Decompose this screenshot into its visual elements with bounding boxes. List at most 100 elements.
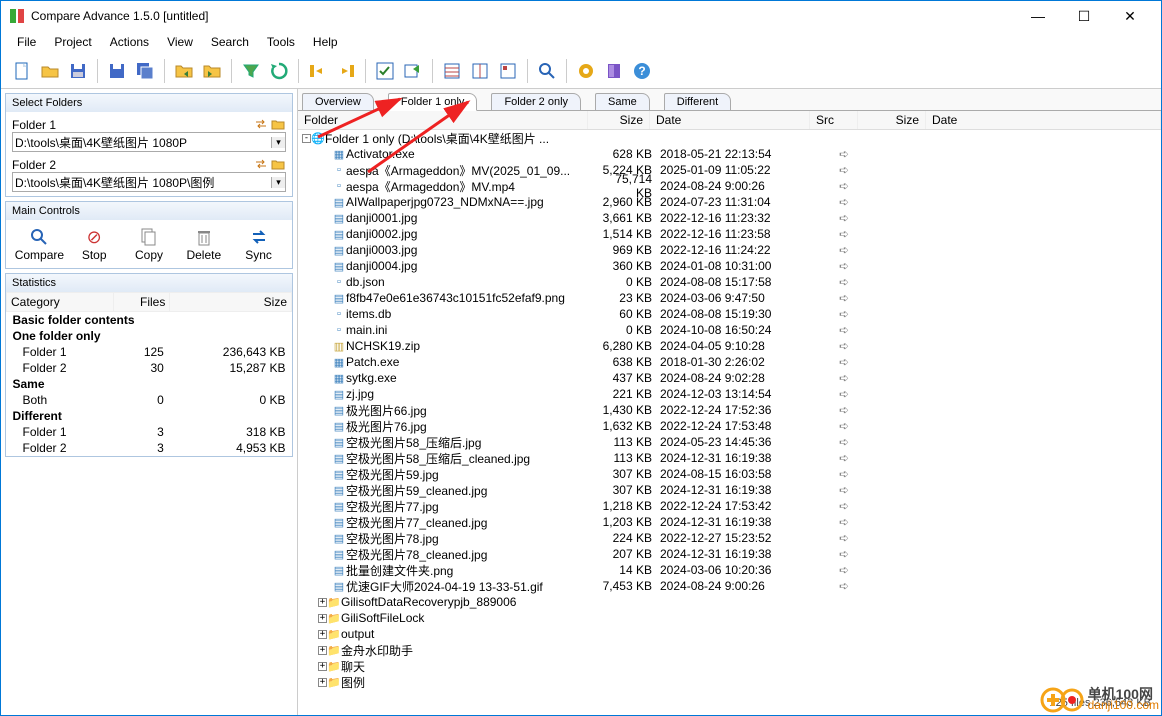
file-row[interactable]: ▤优速GIF大师2024-04-19 13-33-51.gif7,453 KB2… [298,578,1161,594]
col-folder[interactable]: Folder [298,111,588,129]
arrow-right-icon: ➪ [820,419,868,433]
file-row[interactable]: ▤空极光图片59.jpg307 KB2024-08-15 16:03:58➪ [298,466,1161,482]
folder-right-icon[interactable] [199,58,225,84]
file-icon: ▤ [332,403,346,417]
file-row[interactable]: ▤空极光图片58_压缩后.jpg113 KB2024-05-23 14:45:3… [298,434,1161,450]
minimize-button[interactable]: — [1015,1,1061,31]
folder-row[interactable]: +📁聊天 [298,658,1161,674]
save-icon[interactable] [65,58,91,84]
col-date2[interactable]: Date [926,111,1161,129]
expander-icon[interactable]: + [318,646,327,655]
browse-folder1-icon[interactable] [270,116,286,132]
menu-file[interactable]: File [9,33,44,51]
file-row[interactable]: ▤空极光图片77.jpg1,218 KB2022-12-24 17:53:42➪ [298,498,1161,514]
file-row[interactable]: ▤danji0001.jpg3,661 KB2022-12-16 11:23:3… [298,210,1161,226]
file-row[interactable]: ▤空极光图片78_cleaned.jpg207 KB2024-12-31 16:… [298,546,1161,562]
file-row[interactable]: ▫aespa《Armageddon》MV(2025_01_09...5,224 … [298,162,1161,178]
file-row[interactable]: ▦Patch.exe638 KB2018-01-30 2:26:02➪ [298,354,1161,370]
save-all-icon[interactable] [132,58,158,84]
close-button[interactable]: ✕ [1107,1,1153,31]
file-row[interactable]: ▫aespa《Armageddon》MV.mp475,714 KB2024-08… [298,178,1161,194]
menu-actions[interactable]: Actions [102,33,157,51]
file-row[interactable]: ▤danji0002.jpg1,514 KB2022-12-16 11:23:5… [298,226,1161,242]
file-row[interactable]: ▤AIWallpaperjpg0723_NDMxNA==.jpg2,960 KB… [298,194,1161,210]
expander-icon[interactable]: + [318,630,327,639]
file-row[interactable]: ▦Activator.exe628 KB2018-05-21 22:13:54➪ [298,146,1161,162]
refresh-icon[interactable] [266,58,292,84]
col-size[interactable]: Size [588,111,650,129]
col-src[interactable]: Src [810,111,858,129]
folder1-path-input[interactable]: D:\tools\桌面\4K壁纸图片 1080P▾ [12,132,286,152]
file-row[interactable]: ▦sytkg.exe437 KB2024-08-24 9:02:28➪ [298,370,1161,386]
file-row[interactable]: ▤空极光图片59_cleaned.jpg307 KB2024-12-31 16:… [298,482,1161,498]
folder-row[interactable]: +📁金舟水印助手 [298,642,1161,658]
folder-row[interactable]: +📁图例 [298,674,1161,690]
folder-row[interactable]: +📁GiliSoftFileLock [298,610,1161,626]
menu-tools[interactable]: Tools [259,33,303,51]
file-row[interactable]: ▫db.json0 KB2024-08-08 15:17:58➪ [298,274,1161,290]
file-row[interactable]: ▫items.db60 KB2024-08-08 15:19:30➪ [298,306,1161,322]
arrow-right-icon: ➪ [820,339,868,353]
root-row[interactable]: - 🌐 Folder 1 only (D:\tools\桌面\4K壁纸图片 ..… [298,130,1161,146]
file-row[interactable]: ▤极光图片76.jpg1,632 KB2022-12-24 17:53:48➪ [298,418,1161,434]
delete-button[interactable]: Delete [176,224,231,264]
stop-button[interactable]: ⊘Stop [67,224,122,264]
book-icon[interactable] [601,58,627,84]
help-icon[interactable]: ? [629,58,655,84]
export-right-icon[interactable] [333,58,359,84]
file-row[interactable]: ▤批量创建文件夹.png14 KB2024-03-06 10:20:36➪ [298,562,1161,578]
export-icon[interactable] [400,58,426,84]
file-icon: ▤ [332,515,346,529]
new-icon[interactable] [9,58,35,84]
open-icon[interactable] [37,58,63,84]
expander-icon[interactable]: + [318,662,327,671]
file-row[interactable]: ▤f8fb47e0e61e36743c10151fc52efaf9.png23 … [298,290,1161,306]
file-row[interactable]: ▥NCHSK19.zip6,280 KB2024-04-05 9:10:28➪ [298,338,1161,354]
expander-icon[interactable]: - [302,134,311,143]
check-icon[interactable] [372,58,398,84]
filter-icon[interactable] [238,58,264,84]
folder-left-icon[interactable] [171,58,197,84]
arrow-right-icon: ➪ [820,467,868,481]
menu-project[interactable]: Project [46,33,99,51]
tab-folder2-only[interactable]: Folder 2 only [491,93,581,110]
sync-button[interactable]: Sync [231,224,286,264]
expander-icon[interactable]: + [318,678,327,687]
file-list[interactable]: - 🌐 Folder 1 only (D:\tools\桌面\4K壁纸图片 ..… [298,130,1161,715]
expander-icon[interactable]: + [318,614,327,623]
file-row[interactable]: ▫main.ini0 KB2024-10-08 16:50:24➪ [298,322,1161,338]
tab-different[interactable]: Different [664,93,731,110]
list-2-icon[interactable] [467,58,493,84]
list-1-icon[interactable] [439,58,465,84]
list-3-icon[interactable] [495,58,521,84]
file-row[interactable]: ▤空极光图片78.jpg224 KB2022-12-27 15:23:52➪ [298,530,1161,546]
col-size2[interactable]: Size [858,111,926,129]
file-row[interactable]: ▤极光图片66.jpg1,430 KB2022-12-24 17:52:36➪ [298,402,1161,418]
file-row[interactable]: ▤zj.jpg221 KB2024-12-03 13:14:54➪ [298,386,1161,402]
menu-help[interactable]: Help [305,33,346,51]
compare-button[interactable]: Compare [12,224,67,264]
menu-search[interactable]: Search [203,33,257,51]
copy-button[interactable]: Copy [122,224,177,264]
folder2-path-input[interactable]: D:\tools\桌面\4K壁纸图片 1080P\图例▾ [12,172,286,192]
file-row[interactable]: ▤danji0004.jpg360 KB2024-01-08 10:31:00➪ [298,258,1161,274]
col-date[interactable]: Date [650,111,810,129]
folder-row[interactable]: +📁GilisoftDataRecoverypjb_889006 [298,594,1161,610]
tab-folder1-only[interactable]: Folder 1 only [388,93,478,111]
file-row[interactable]: ▤danji0003.jpg969 KB2022-12-16 11:24:22➪ [298,242,1161,258]
save-as-icon[interactable] [104,58,130,84]
swap-folders-icon[interactable] [253,116,269,132]
browse-folder2-icon[interactable] [270,156,286,172]
folder-row[interactable]: +📁output [298,626,1161,642]
file-row[interactable]: ▤空极光图片58_压缩后_cleaned.jpg113 KB2024-12-31… [298,450,1161,466]
search-icon[interactable] [534,58,560,84]
export-left-icon[interactable] [305,58,331,84]
menu-view[interactable]: View [159,33,201,51]
maximize-button[interactable]: ☐ [1061,1,1107,31]
expander-icon[interactable]: + [318,598,327,607]
file-row[interactable]: ▤空极光图片77_cleaned.jpg1,203 KB2024-12-31 1… [298,514,1161,530]
tab-overview[interactable]: Overview [302,93,374,110]
swap-folders2-icon[interactable] [253,156,269,172]
gear-icon[interactable] [573,58,599,84]
tab-same[interactable]: Same [595,93,650,110]
